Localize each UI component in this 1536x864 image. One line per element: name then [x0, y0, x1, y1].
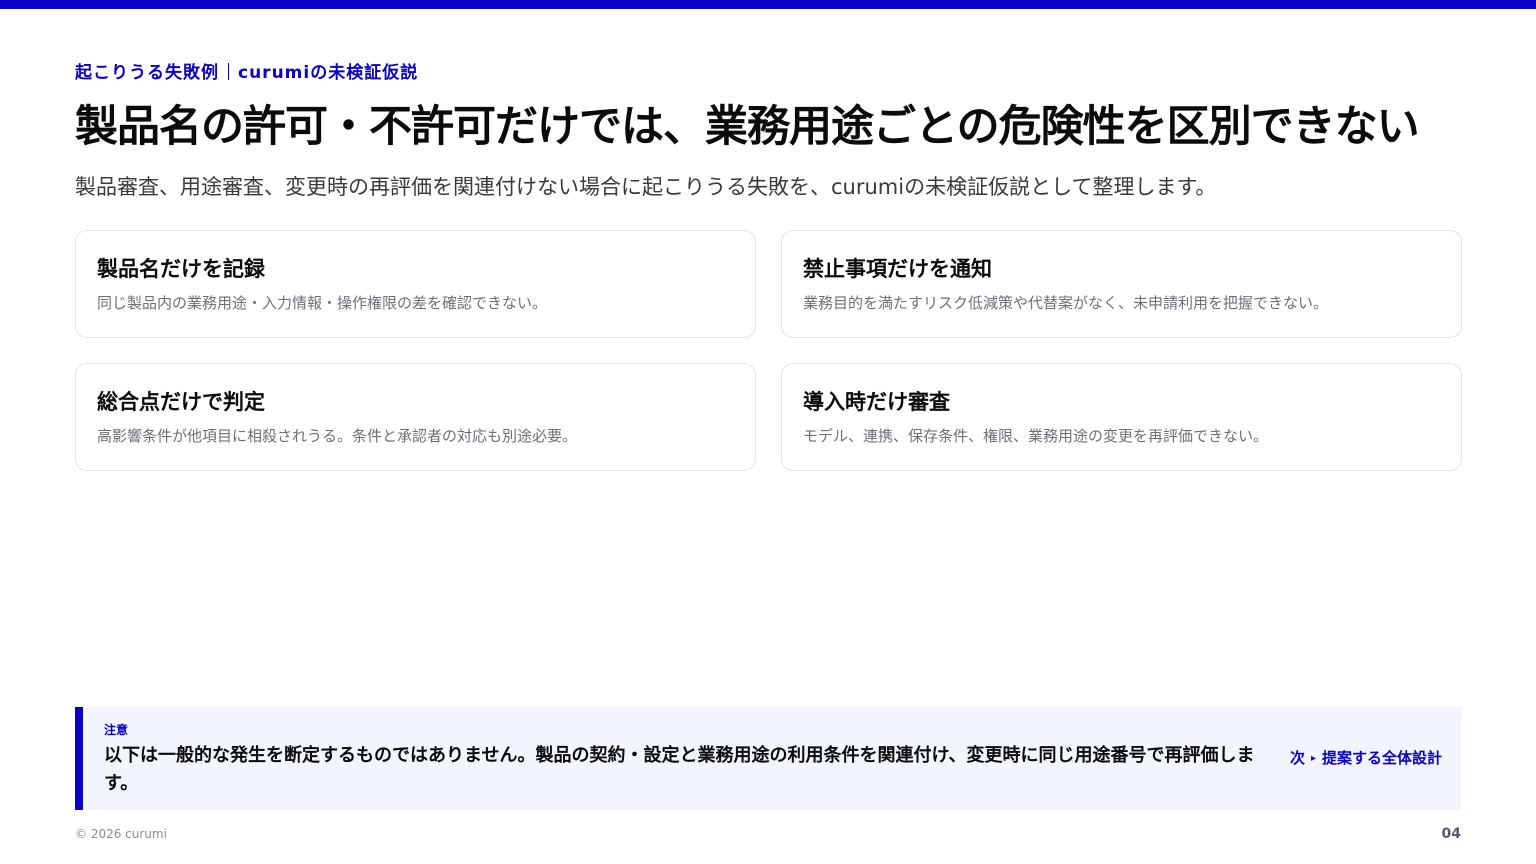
page-title: 製品名の許可・不許可だけでは、業務用途ごとの危険性を区別できない [75, 102, 1420, 152]
caution-label: 注意 [104, 723, 129, 737]
card-title: 導入時だけ審査 [803, 390, 950, 414]
caution-text: 以下は一般的な発生を断定するものではありません。製品の契約・設定と業務用途の利用… [104, 745, 1255, 794]
page-number: 04 [1441, 826, 1461, 842]
copyright: © 2026 curumi [75, 827, 167, 841]
card-text: 同じ製品内の業務用途・入力情報・操作権限の差を確認できない。 [97, 294, 548, 312]
failure-card-total-score: 総合点だけで判定 高影響条件が他項目に相殺されうる。条件と承認者の対応も別途必要… [75, 363, 756, 471]
caution-note: 注意 以下は一般的な発生を断定するものではありません。製品の契約・設定と業務用途… [75, 707, 1462, 810]
card-title: 禁止事項だけを通知 [803, 257, 992, 281]
card-title: 製品名だけを記録 [97, 257, 265, 281]
card-text: 業務目的を満たすリスク低減策や代替案がなく、未申請利用を把握できない。 [803, 294, 1329, 312]
failure-card-product-name: 製品名だけを記録 同じ製品内の業務用途・入力情報・操作権限の差を確認できない。 [75, 230, 756, 338]
failure-cards-grid: 製品名だけを記録 同じ製品内の業務用途・入力情報・操作権限の差を確認できない。 … [75, 230, 1462, 471]
card-title: 総合点だけで判定 [97, 390, 265, 414]
eyebrow: 起こりうる失敗例 curumiの未検証仮説 [75, 58, 418, 83]
eyebrow-separator [228, 63, 229, 80]
top-accent-bar [0, 0, 1536, 9]
next-arrow-icon: ▸ [1310, 753, 1316, 764]
card-text: 高影響条件が他項目に相殺されうる。条件と承認者の対応も別途必要。 [97, 427, 578, 445]
next-label: 提案する全体設計 [1321, 749, 1442, 767]
eyebrow-primary: 起こりうる失敗例 [75, 63, 219, 83]
eyebrow-secondary: curumiの未検証仮説 [238, 63, 419, 83]
slide: 起こりうる失敗例 curumiの未検証仮説 製品名の許可・不許可だけでは、業務用途… [0, 0, 1536, 864]
next-section-link[interactable]: 次 ▸ 提案する全体設計 [1290, 747, 1442, 768]
next-prefix: 次 [1289, 749, 1305, 767]
failure-card-initial-review: 導入時だけ審査 モデル、連携、保存条件、権限、業務用途の変更を再評価できない。 [781, 363, 1462, 471]
page-subtitle: 製品審査、用途審査、変更時の再評価を関連付けない場合に起こりうる失敗を、curu… [75, 175, 1217, 199]
failure-card-prohibition: 禁止事項だけを通知 業務目的を満たすリスク低減策や代替案がなく、未申請利用を把握… [781, 230, 1462, 338]
card-text: モデル、連携、保存条件、権限、業務用途の変更を再評価できない。 [803, 427, 1269, 445]
